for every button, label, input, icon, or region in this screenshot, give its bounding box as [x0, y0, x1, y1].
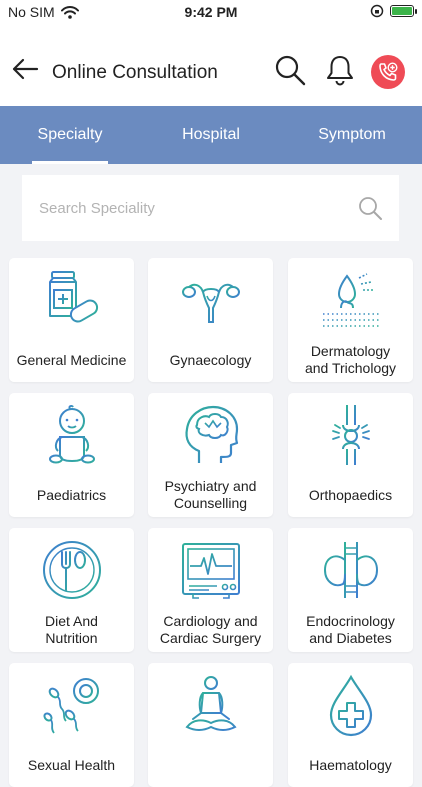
- phone-plus-icon: [379, 62, 398, 81]
- category-tabs: Specialty Hospital Symptom: [0, 106, 422, 164]
- tab-hospital[interactable]: Hospital: [170, 106, 252, 164]
- battery-fill: [392, 7, 412, 15]
- page-title: Online Consultation: [52, 62, 218, 83]
- status-bar: No SIM 9:42 PM: [0, 0, 422, 24]
- specialty-label: General Medicine: [16, 351, 127, 368]
- plate-fork-spoon-icon: [43, 541, 101, 599]
- active-tab-indicator: [32, 161, 108, 164]
- specialty-card[interactable]: Cardiology and Cardiac Surgery: [148, 528, 273, 652]
- battery-icon: [390, 5, 417, 17]
- specialty-card[interactable]: Diet And Nutrition: [9, 528, 134, 652]
- tab-label: Hospital: [182, 126, 240, 143]
- search-icon[interactable]: [274, 54, 306, 86]
- specialty-card[interactable]: [148, 663, 273, 787]
- skin-hair-icon: [323, 273, 379, 327]
- tab-symptom[interactable]: Symptom: [308, 106, 396, 164]
- brain-head-icon: [185, 405, 239, 463]
- specialty-search-box: [22, 175, 399, 241]
- uterus-icon: [182, 283, 240, 323]
- tab-label: Specialty: [37, 126, 103, 143]
- specialty-card[interactable]: Gynaecology: [148, 258, 273, 382]
- medicine-bottle-icon: [49, 271, 99, 323]
- app-header: Online Consultation: [0, 24, 422, 106]
- back-arrow-icon[interactable]: [10, 54, 40, 84]
- baby-icon: [49, 404, 95, 464]
- thyroid-icon: [323, 542, 379, 598]
- specialty-card[interactable]: General Medicine: [9, 258, 134, 382]
- search-input[interactable]: [22, 175, 352, 241]
- specialty-card[interactable]: Psychiatry and Counselling: [148, 393, 273, 517]
- specialty-card[interactable]: Endocrinology and Diabetes: [288, 528, 413, 652]
- sperm-egg-icon: [43, 678, 99, 734]
- specialty-card[interactable]: Paediatrics: [9, 393, 134, 517]
- clock: 9:42 PM: [184, 4, 238, 20]
- meditation-icon: [185, 676, 237, 731]
- notification-bell-icon[interactable]: [325, 54, 355, 86]
- specialty-label: Psychiatry and Counselling: [164, 478, 257, 511]
- tab-label: Symptom: [318, 126, 386, 143]
- specialty-card[interactable]: Haematology: [288, 663, 413, 787]
- emergency-call-button[interactable]: [371, 55, 405, 89]
- specialty-label: Diet And Nutrition: [45, 613, 98, 646]
- orientation-lock-icon: [370, 4, 384, 18]
- specialty-label: Paediatrics: [36, 486, 107, 503]
- specialty-label: Orthopaedics: [308, 486, 393, 503]
- specialty-label: Dermatology and Trichology: [304, 343, 397, 376]
- specialty-card[interactable]: Sexual Health: [9, 663, 134, 787]
- specialty-label: Cardiology and Cardiac Surgery: [159, 613, 262, 646]
- specialty-card[interactable]: Orthopaedics: [288, 393, 413, 517]
- status-right: [370, 4, 417, 18]
- knee-bone-icon: [332, 405, 370, 465]
- search-icon[interactable]: [357, 195, 383, 221]
- specialty-label: Endocrinology and Diabetes: [306, 613, 395, 646]
- tab-specialty[interactable]: Specialty: [32, 106, 108, 164]
- ecg-monitor-icon: [182, 543, 240, 599]
- blood-drop-icon: [329, 674, 373, 737]
- specialty-label: Gynaecology: [169, 351, 252, 368]
- specialty-card[interactable]: Dermatology and Trichology: [288, 258, 413, 382]
